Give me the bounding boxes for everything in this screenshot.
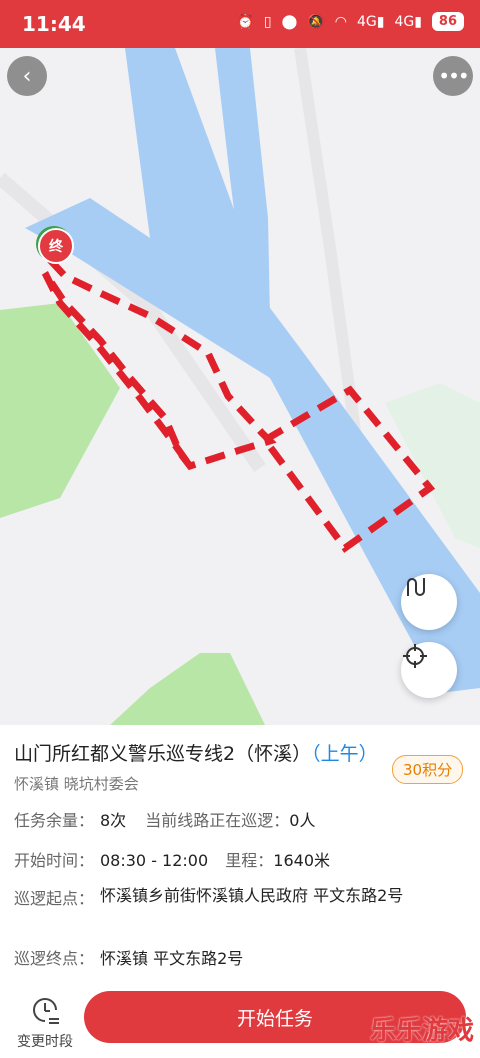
route-button[interactable] — [401, 574, 457, 630]
grass-area — [110, 653, 265, 725]
current-label: 当前线路正在巡逻： — [145, 811, 290, 830]
distance-value: 1640米 — [273, 851, 331, 870]
wifi-icon: ◠ — [334, 13, 347, 30]
more-dots-icon: ••• — [438, 64, 469, 88]
clock-icon — [33, 998, 59, 1024]
end-point-label: 巡逻终点： — [14, 949, 95, 968]
status-icons: ⏰ ▯ ⬤ 🔕 ◠ 4G▮ 4G▮ 86 — [236, 12, 464, 31]
start-point-value: 怀溪镇乡前街怀溪镇人民政府 平文东路2号 — [100, 886, 404, 905]
signal-4g-icon: 4G▮ — [394, 13, 422, 30]
location-icon: ⬤ — [281, 13, 298, 30]
start-point-row: 巡逻起点： 怀溪镇乡前街怀溪镇人民政府 平文东路2号 — [14, 885, 430, 909]
route-icon — [407, 578, 425, 596]
status-bar: 11:44 ⏰ ▯ ⬤ 🔕 ◠ 4G▮ 4G▮ 86 — [0, 0, 480, 48]
change-time-button[interactable]: 变更时段 — [10, 993, 80, 1051]
time-label: 开始时间： — [14, 851, 95, 870]
end-point-value: 怀溪镇 平文东路2号 — [100, 949, 244, 968]
task-title: 山门所红都义警乐巡专线2（怀溪）（上午） — [14, 739, 384, 766]
end-marker-label: 终 — [49, 239, 63, 255]
more-button[interactable]: ••• — [433, 56, 473, 96]
mute-icon: 🔕 — [307, 13, 325, 30]
remaining-label: 任务余量： — [14, 811, 95, 830]
locate-button[interactable] — [401, 642, 457, 698]
remaining-row: 任务余量： 8次 当前线路正在巡逻：0人 — [14, 807, 315, 831]
grass-area — [0, 303, 120, 518]
watermark: 乐乐游戏 — [370, 1016, 475, 1046]
alarm-icon: ⏰ — [236, 13, 254, 30]
map-view[interactable]: 终 ‹ ••• — [0, 48, 480, 725]
status-time: 11:44 — [22, 12, 86, 36]
time-row: 开始时间： 08:30 - 12:00 里程：1640米 — [14, 847, 330, 871]
chevron-left-icon: ‹ — [22, 63, 32, 89]
end-point-row: 巡逻终点： 怀溪镇 平文东路2号 — [14, 945, 243, 969]
points-badge: 30积分 — [392, 755, 464, 784]
battery-saver-icon: ▯ — [263, 13, 272, 30]
task-title-main: 山门所红都义警乐巡专线2（怀溪） — [14, 743, 312, 765]
task-title-suffix: （上午） — [311, 743, 378, 765]
task-subtitle: 怀溪镇 晓坑村委会 — [14, 775, 139, 793]
distance-label: 里程： — [225, 851, 274, 870]
start-point-label: 巡逻起点： — [14, 889, 95, 908]
crosshair-icon — [403, 644, 427, 668]
end-marker[interactable]: 终 — [38, 228, 74, 264]
battery-icon: 86 — [431, 12, 464, 31]
back-button[interactable]: ‹ — [7, 56, 47, 96]
time-value: 08:30 - 12:00 — [100, 851, 209, 870]
map-canvas — [0, 48, 480, 725]
change-time-label: 变更时段 — [17, 1034, 73, 1050]
signal-4g-icon: 4G▮ — [356, 13, 385, 30]
remaining-value: 8次 — [100, 811, 127, 830]
current-value: 0人 — [289, 811, 316, 830]
